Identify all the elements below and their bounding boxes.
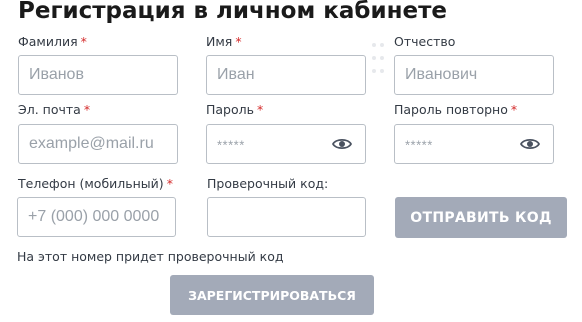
password-repeat-placeholder: ***** bbox=[405, 137, 433, 153]
eye-icon[interactable] bbox=[520, 137, 540, 151]
drag-dots-icon bbox=[372, 43, 384, 83]
password-label-text: Пароль bbox=[206, 102, 254, 117]
password-label: Пароль * bbox=[206, 102, 263, 117]
send-code-button[interactable]: ОТПРАВИТЬ КОД bbox=[395, 197, 567, 238]
code-input[interactable] bbox=[207, 197, 366, 237]
password-repeat-label-text: Пароль повторно bbox=[394, 102, 508, 117]
password-input[interactable]: ***** bbox=[206, 124, 366, 164]
phone-placeholder: +7 (000) 000 0000 bbox=[28, 208, 160, 225]
email-placeholder: example@mail.ru bbox=[29, 135, 154, 152]
middle-name-input[interactable]: Иванович bbox=[394, 55, 554, 95]
email-label-text: Эл. почта bbox=[18, 102, 81, 117]
required-mark: * bbox=[166, 176, 173, 191]
required-mark: * bbox=[80, 34, 87, 49]
code-label: Проверочный код: bbox=[207, 176, 328, 191]
middle-name-label: Отчество bbox=[394, 34, 455, 49]
last-name-placeholder: Иванов bbox=[29, 66, 84, 83]
register-button[interactable]: ЗАРЕГИСТРИРОВАТЬСЯ bbox=[170, 275, 374, 315]
first-name-label-text: Имя bbox=[206, 34, 233, 49]
last-name-label-text: Фамилия bbox=[18, 34, 78, 49]
email-label: Эл. почта * bbox=[18, 102, 90, 117]
page-title: Регистрация в личном кабинете bbox=[18, 0, 448, 24]
password-repeat-input[interactable]: ***** bbox=[394, 124, 554, 164]
eye-icon[interactable] bbox=[332, 137, 352, 151]
middle-name-placeholder: Иванович bbox=[405, 66, 478, 83]
phone-hint: На этот номер придет проверочный код bbox=[17, 249, 284, 264]
first-name-label: Имя * bbox=[206, 34, 242, 49]
phone-input[interactable]: +7 (000) 000 0000 bbox=[17, 197, 176, 237]
email-input[interactable]: example@mail.ru bbox=[18, 124, 178, 164]
first-name-placeholder: Иван bbox=[217, 66, 255, 83]
middle-name-label-text: Отчество bbox=[394, 34, 456, 49]
password-placeholder: ***** bbox=[217, 137, 245, 153]
required-mark: * bbox=[257, 102, 264, 117]
required-mark: * bbox=[83, 102, 91, 117]
required-mark: * bbox=[235, 34, 242, 49]
code-label-text: Проверочный код: bbox=[207, 176, 329, 191]
required-mark: * bbox=[510, 102, 518, 117]
phone-label-text: Телефон (мобильный) bbox=[18, 176, 164, 191]
last-name-input[interactable]: Иванов bbox=[18, 55, 178, 95]
password-repeat-label: Пароль повторно * bbox=[394, 102, 517, 117]
last-name-label: Фамилия * bbox=[18, 34, 87, 49]
phone-label: Телефон (мобильный) * bbox=[18, 176, 173, 191]
first-name-input[interactable]: Иван bbox=[206, 55, 366, 95]
